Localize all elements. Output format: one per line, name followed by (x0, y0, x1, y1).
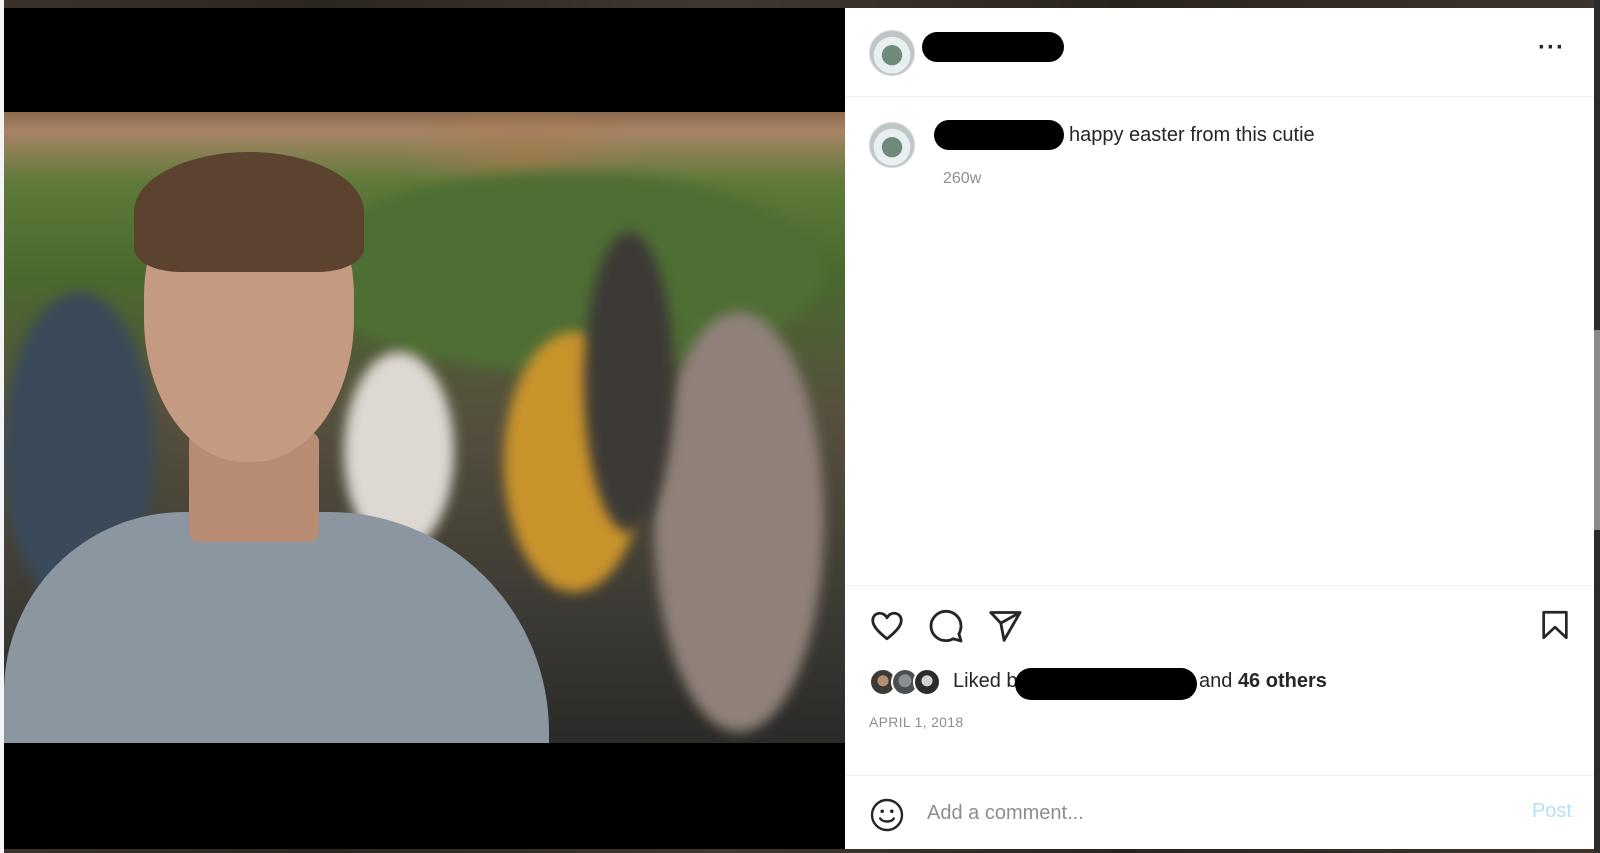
scrollbar-thumb[interactable] (1594, 330, 1600, 530)
post-header: ··· (845, 8, 1594, 97)
post-modal: ··· happy easter from this cutie 260w Li… (4, 8, 1594, 849)
comment-box: Post (845, 775, 1594, 850)
comment-input[interactable] (927, 798, 1467, 828)
photo-person-dark (584, 232, 674, 532)
smiley-icon[interactable] (869, 797, 905, 838)
author-avatar[interactable] (869, 30, 915, 76)
page-scrollbar[interactable] (1594, 0, 1600, 853)
post-date[interactable]: APRIL 1, 2018 (869, 714, 963, 730)
paper-plane-icon[interactable] (987, 608, 1023, 644)
redacted-caption-username[interactable] (934, 120, 1064, 150)
photo-person-dress (654, 312, 824, 732)
redacted-liker-name[interactable] (1015, 668, 1197, 700)
post-actions: Liked by and 46 others APRIL 1, 2018 Pos… (845, 585, 1594, 850)
heart-icon[interactable] (869, 608, 905, 644)
post-photo[interactable] (4, 112, 845, 743)
redacted-username[interactable] (922, 32, 1064, 62)
comment-icon[interactable] (928, 608, 964, 644)
post-details-panel: ··· happy easter from this cutie 260w Li… (845, 8, 1594, 849)
caption-timestamp[interactable]: 260w (943, 170, 981, 188)
photo-subject-shirt (4, 512, 549, 743)
likes-and-label: and (1199, 670, 1233, 692)
photo-subject-hair (134, 152, 364, 272)
caption-author-avatar[interactable] (869, 122, 915, 168)
likes-count[interactable]: 46 others (1238, 670, 1327, 692)
likes-summary: Liked by and 46 others (869, 668, 1569, 700)
post-comment-button[interactable]: Post (1532, 800, 1572, 823)
caption-text: happy easter from this cutie (1069, 124, 1315, 146)
liker-avatar[interactable] (913, 668, 941, 696)
bookmark-icon[interactable] (1538, 608, 1572, 642)
more-options-icon[interactable]: ··· (1538, 36, 1564, 60)
post-media (4, 8, 845, 849)
likes-others[interactable]: and 46 others (1199, 670, 1327, 693)
